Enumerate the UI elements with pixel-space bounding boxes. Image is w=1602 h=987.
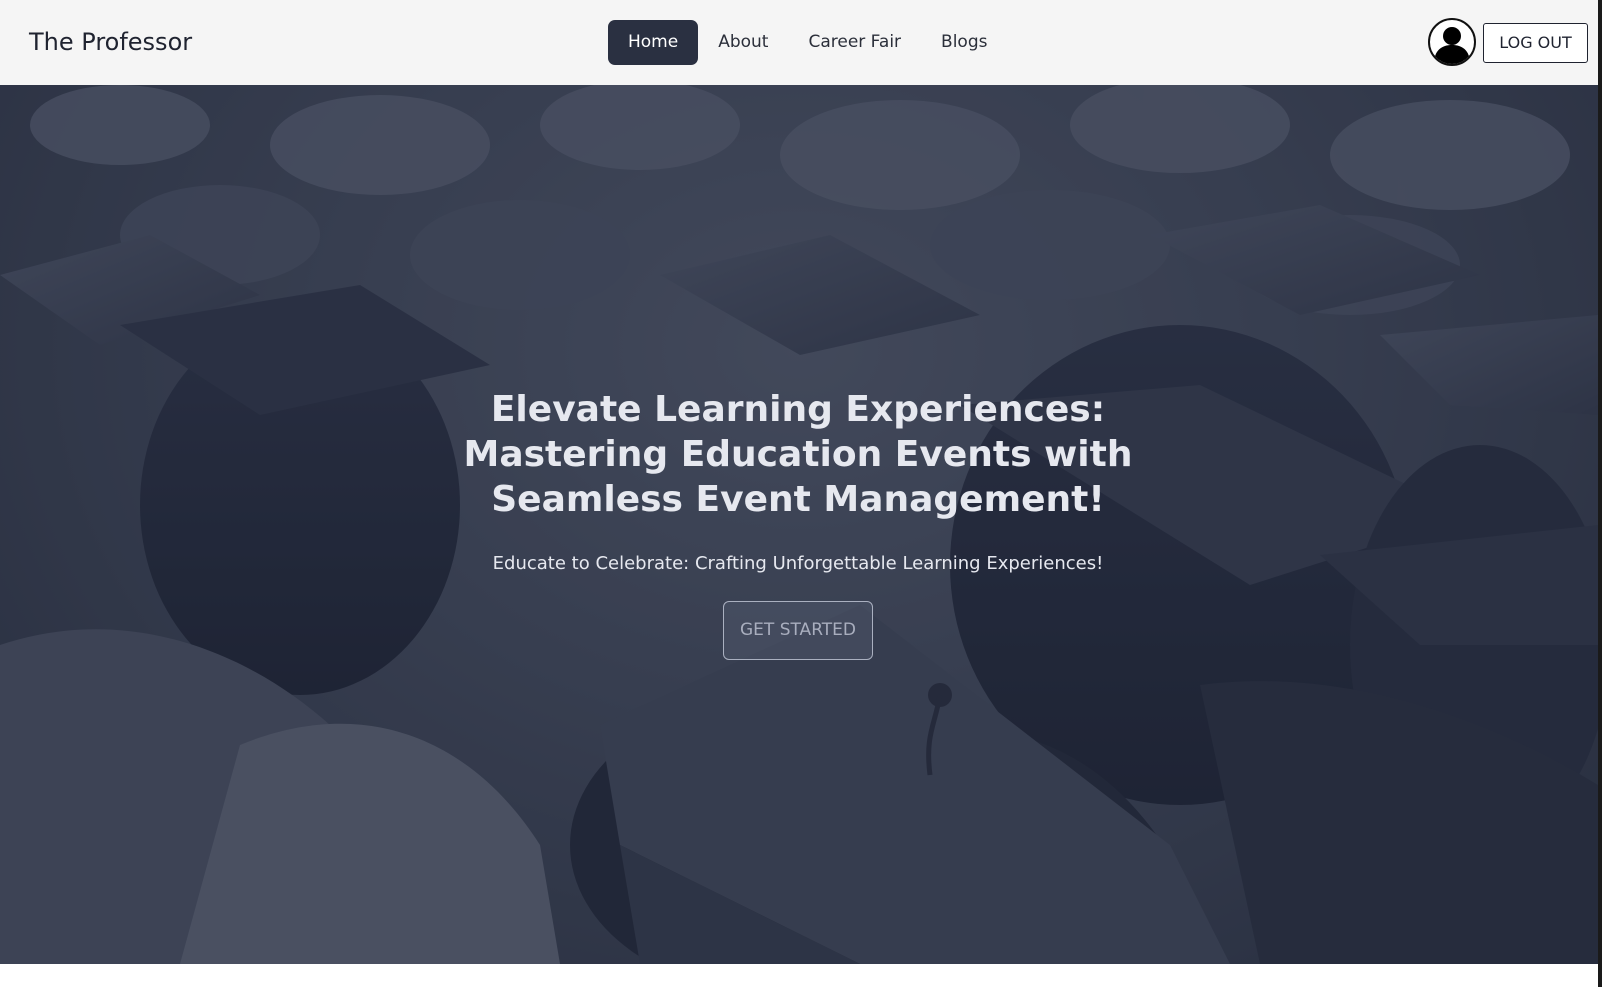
nav-link-home[interactable]: Home — [608, 20, 699, 65]
brand-logo-text[interactable]: The Professor — [29, 25, 192, 59]
window-edge — [1598, 0, 1602, 987]
hero-overlay — [0, 85, 1598, 964]
nav-link-about[interactable]: About — [698, 20, 788, 65]
nav-links: Home About Career Fair Blogs — [608, 20, 1007, 65]
hero-subtitle: Educate to Celebrate: Crafting Unforgett… — [492, 553, 1104, 574]
nav-link-blogs[interactable]: Blogs — [921, 20, 1007, 65]
nav-link-career-fair[interactable]: Career Fair — [788, 20, 921, 65]
navbar: The Professor Home About Career Fair Blo… — [0, 0, 1600, 85]
user-avatar[interactable] — [1428, 18, 1476, 66]
logout-button[interactable]: LOG OUT — [1483, 23, 1588, 63]
hero-title: Elevate Learning Experiences: Mastering … — [463, 389, 1133, 520]
user-silhouette-icon — [1434, 27, 1470, 64]
hero-section: Elevate Learning Experiences: Mastering … — [0, 85, 1598, 964]
get-started-button[interactable]: GET STARTED — [723, 601, 873, 660]
